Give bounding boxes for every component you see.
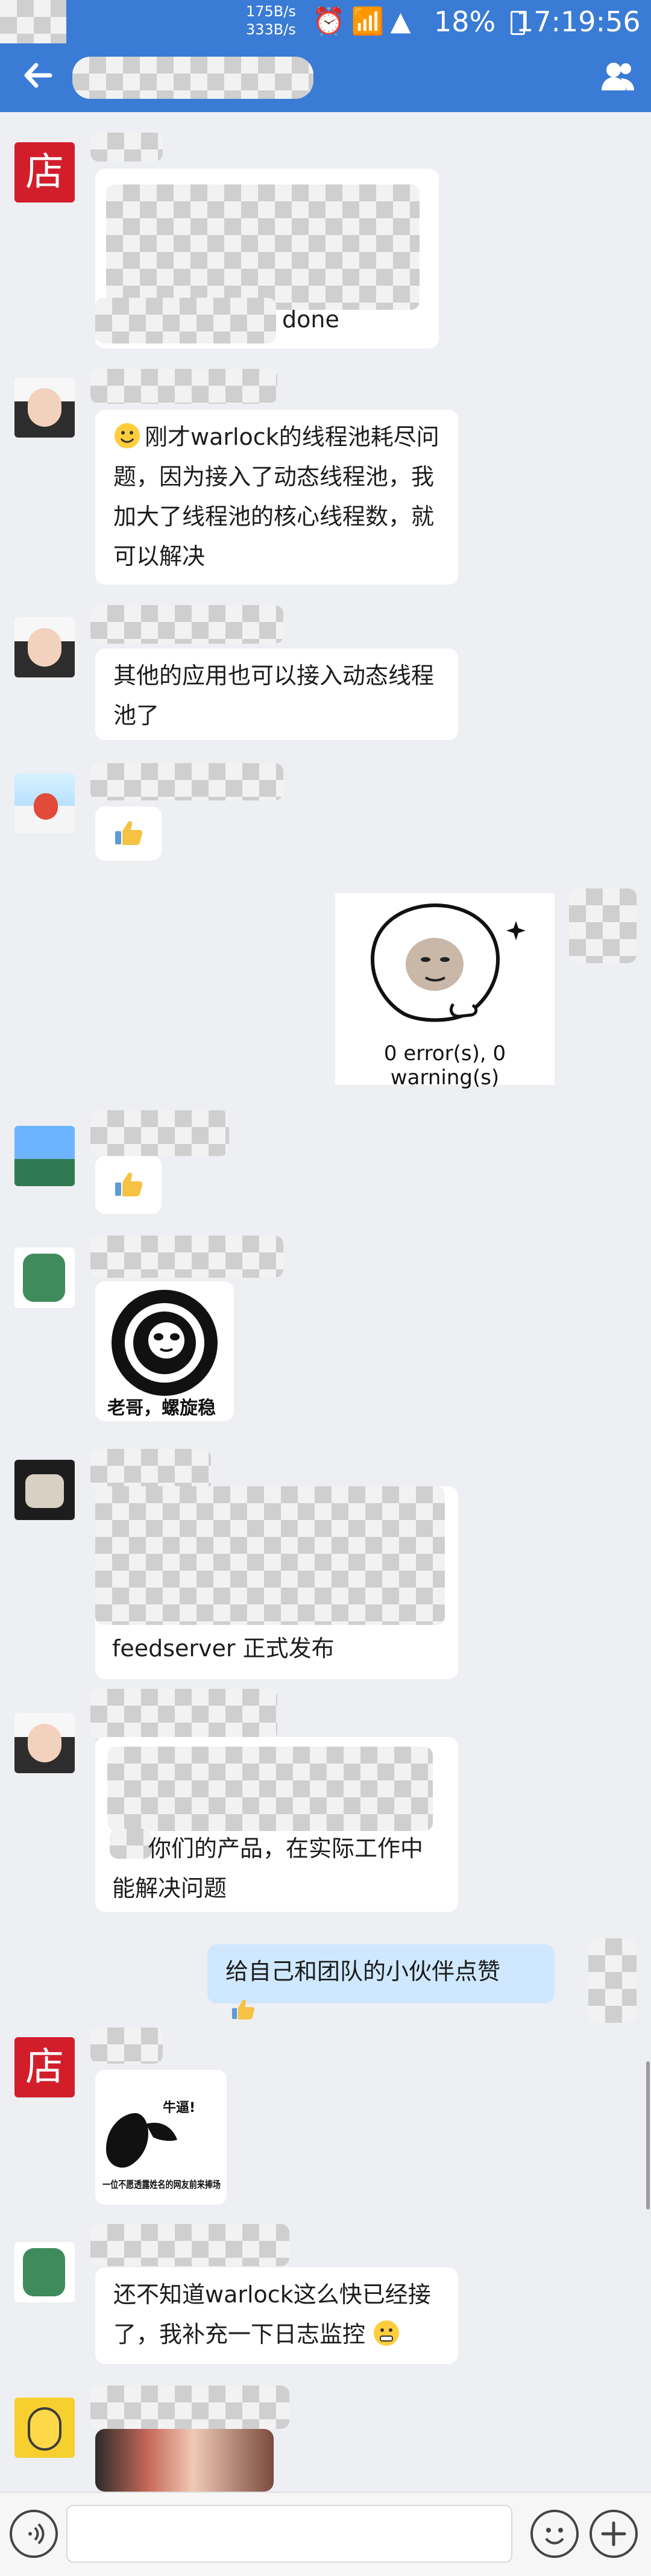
message-text: 给自己和团队的小伙伴点赞 (225, 1958, 501, 1985)
message-image-placeholder (106, 184, 420, 310)
sticker-caption: 老哥，螺旋稳 (107, 1398, 216, 1419)
sender-name-placeholder (90, 133, 163, 162)
sender-name-placeholder (90, 1110, 229, 1156)
alarm-icon: ⏰ (312, 6, 351, 37)
network-speed-down: 333B/s (246, 21, 296, 38)
message-bubble-mine[interactable]: 给自己和团队的小伙伴点赞 (207, 1944, 555, 2020)
self-avatar-placeholder (569, 888, 637, 963)
network-speed-up: 175B/s (246, 3, 296, 20)
message-bubble[interactable]: 刚才warlock的线程池耗尽问题，因为接入了动态线程池，我加大了线程池的核心线… (95, 410, 458, 585)
sticker-top-caption: 牛逼! (163, 2100, 195, 2116)
thumbs-up-icon (115, 821, 143, 845)
message-bubble-sticker[interactable]: 0 error(s), 0 warning(s) (335, 893, 555, 1090)
message-image-placeholder (95, 1486, 445, 1625)
voice-button[interactable] (10, 2510, 58, 2558)
message-bubble[interactable]: done (95, 169, 439, 348)
plus-icon (601, 2521, 626, 2546)
avatar-minion[interactable] (14, 2398, 75, 2458)
back-button[interactable] (17, 54, 59, 96)
meme-face-icon (370, 903, 526, 1022)
status-avatar-placeholder (0, 0, 66, 43)
sender-name-placeholder (90, 1236, 283, 1278)
sender-name-placeholder (90, 2224, 289, 2266)
message-bubble-sticker[interactable]: 老哥，螺旋稳 (95, 1281, 234, 1421)
avatar-store[interactable]: 店 (14, 142, 75, 203)
grimace-emoji-icon (374, 2320, 400, 2346)
message-bubble[interactable]: feedserver 正式发布 (95, 1486, 458, 1679)
message-image-placeholder (107, 1747, 433, 1831)
avatar-cartoon[interactable] (14, 773, 75, 833)
smile-emoji-icon (115, 423, 140, 448)
status-bar: 175B/s 333B/s ⏰📶▲ 18% 17:19:56 (0, 0, 651, 43)
add-button[interactable] (590, 2510, 638, 2558)
sticker-bottom-caption: 一位不愿透露姓名的网友前来捧场 (102, 2179, 221, 2190)
message-text-placeholder (95, 298, 276, 344)
battery-percent: 18% (434, 5, 496, 38)
sender-name-placeholder (90, 2028, 163, 2064)
arrow-left-icon (24, 63, 52, 88)
smile-icon (545, 2528, 564, 2545)
status-icons: ⏰📶▲ (312, 6, 417, 37)
people-icon (602, 63, 634, 90)
sender-name-placeholder (90, 1689, 277, 1741)
avatar-store-label: 店 (25, 150, 64, 195)
message-text: feedserver 正式发布 (112, 1635, 335, 1662)
avatar-dino[interactable] (14, 1248, 75, 1308)
self-avatar-placeholder (588, 1938, 637, 2023)
cat-meme-sticker-icon: 牛逼! 一位不愿透露姓名的网友前来捧场 (102, 2100, 221, 2190)
message-bubble[interactable] (95, 1156, 162, 1214)
message-bubble[interactable]: 其他的应用也可以接入动态线程池了 (95, 649, 458, 740)
scrollbar[interactable] (646, 2061, 650, 2210)
clock: 17:19:56 (516, 5, 641, 38)
sender-name-placeholder (90, 605, 283, 644)
battery-indicator: 18% (434, 5, 525, 39)
message-text: 其他的应用也可以接入动态线程池了 (113, 662, 435, 729)
avatar-store-label: 店 (25, 2045, 64, 2090)
panda-sticker-icon: 老哥，螺旋稳 (107, 1290, 218, 1419)
avatar-cat[interactable] (14, 1460, 75, 1520)
sender-name-placeholder (90, 1449, 211, 1491)
emoji-button[interactable] (530, 2510, 579, 2558)
chat-header (0, 43, 651, 112)
message-bubble-sticker[interactable]: 牛逼! 一位不愿透露姓名的网友前来捧场 (95, 2070, 227, 2205)
sender-name-placeholder (90, 369, 277, 404)
sticker-caption: 0 error(s), 0 warning(s) (383, 1041, 506, 1090)
message-image (95, 2429, 274, 2492)
voice-icon (28, 2523, 45, 2545)
message-input[interactable] (66, 2505, 512, 2563)
avatar-store[interactable]: 店 (14, 2037, 75, 2097)
sender-name-placeholder (90, 2386, 289, 2429)
input-bar (0, 2492, 651, 2576)
message-text: 你们的产品，在实际工作中能解决问题 (112, 1835, 424, 1902)
avatar-scenery[interactable] (14, 1126, 75, 1186)
avatar-dino[interactable] (14, 2242, 75, 2302)
sender-name-placeholder (90, 763, 283, 800)
message-bubble[interactable] (95, 806, 162, 861)
avatar-girl[interactable] (14, 377, 75, 438)
signal-icon: ▲ (390, 6, 417, 37)
message-bubble[interactable]: 你们的产品，在实际工作中能解决问题 (95, 1737, 458, 1912)
message-image-partial[interactable] (95, 2429, 274, 2492)
network-speed: 175B/s 333B/s (246, 2, 296, 39)
message-text: 刚才warlock的线程池耗尽问题，因为接入了动态线程池，我加大了线程池的核心线… (113, 424, 439, 570)
contacts-button[interactable] (597, 58, 639, 94)
wifi-icon: 📶 (351, 6, 391, 37)
thumbs-up-icon (231, 2000, 255, 2020)
thumbs-up-icon (115, 1172, 143, 1196)
message-bubble[interactable]: 还不知道warlock这么快已经接了，我补充一下日志监控 (95, 2267, 458, 2364)
avatar-girl[interactable] (14, 1713, 75, 1773)
avatar-girl[interactable] (14, 617, 75, 677)
chat-title-placeholder (72, 57, 313, 99)
message-text: done (282, 306, 339, 333)
